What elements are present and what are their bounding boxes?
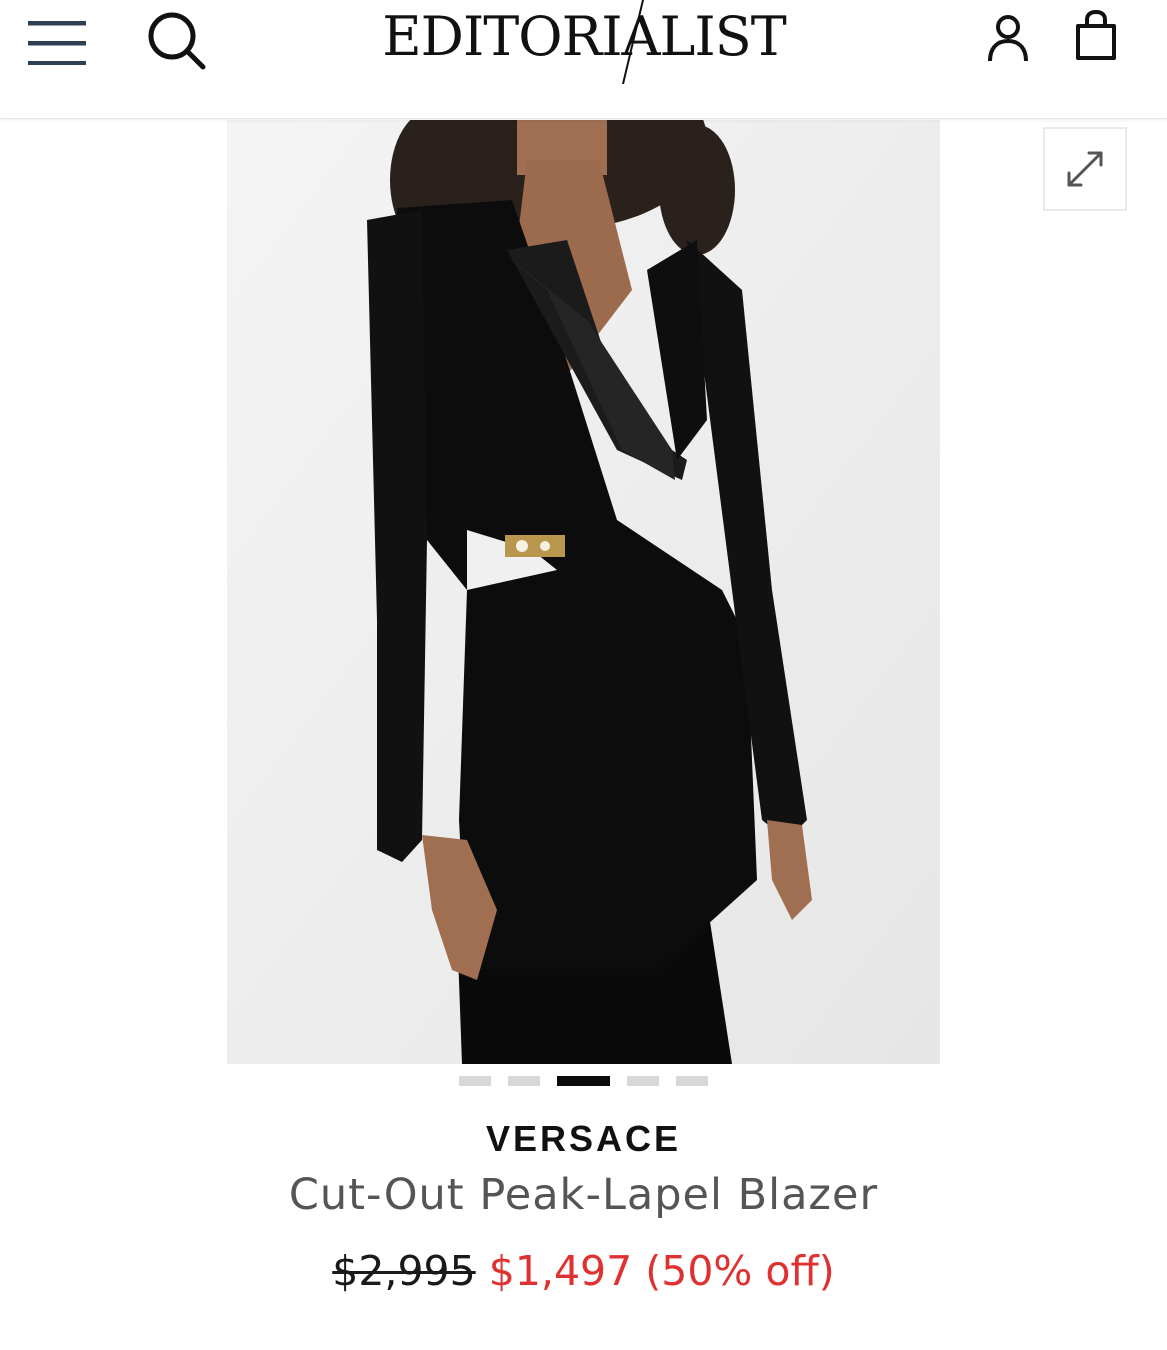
product-image[interactable] [227, 120, 940, 1064]
shopping-bag-button[interactable] [1066, 6, 1126, 66]
expand-image-button[interactable] [1043, 127, 1127, 211]
product-photo [227, 120, 940, 1064]
product-brand[interactable]: VERSACE [0, 1118, 1167, 1160]
gallery-dot-5[interactable] [676, 1076, 708, 1086]
expand-arrows-icon [1067, 151, 1103, 187]
gallery-dot-1[interactable] [459, 1076, 491, 1086]
product-name: Cut-Out Peak-Lapel Blazer [288, 1170, 879, 1220]
account-button[interactable] [978, 8, 1038, 68]
site-logo[interactable]: EDITORIALIST [358, 0, 810, 84]
original-price: $2,995 [332, 1247, 476, 1295]
discount-label: (50% off) [645, 1247, 835, 1295]
gallery-dot-4[interactable] [627, 1076, 659, 1086]
gallery-pagination [0, 1076, 1167, 1086]
search-button[interactable] [140, 8, 212, 72]
logo-slash-mark [622, 0, 644, 84]
sale-price: $1,497 [488, 1247, 633, 1295]
hamburger-menu-icon [28, 21, 86, 65]
price-row: $2,995 $1,497 (50% off) [0, 1247, 1167, 1295]
site-header: EDITORIALIST [0, 0, 1167, 119]
search-icon [148, 12, 206, 70]
menu-button[interactable] [22, 10, 92, 70]
user-icon [988, 15, 1028, 62]
shopping-bag-icon [1076, 10, 1116, 60]
gallery-dot-3-active[interactable] [557, 1076, 610, 1086]
gallery-dot-2[interactable] [508, 1076, 540, 1086]
